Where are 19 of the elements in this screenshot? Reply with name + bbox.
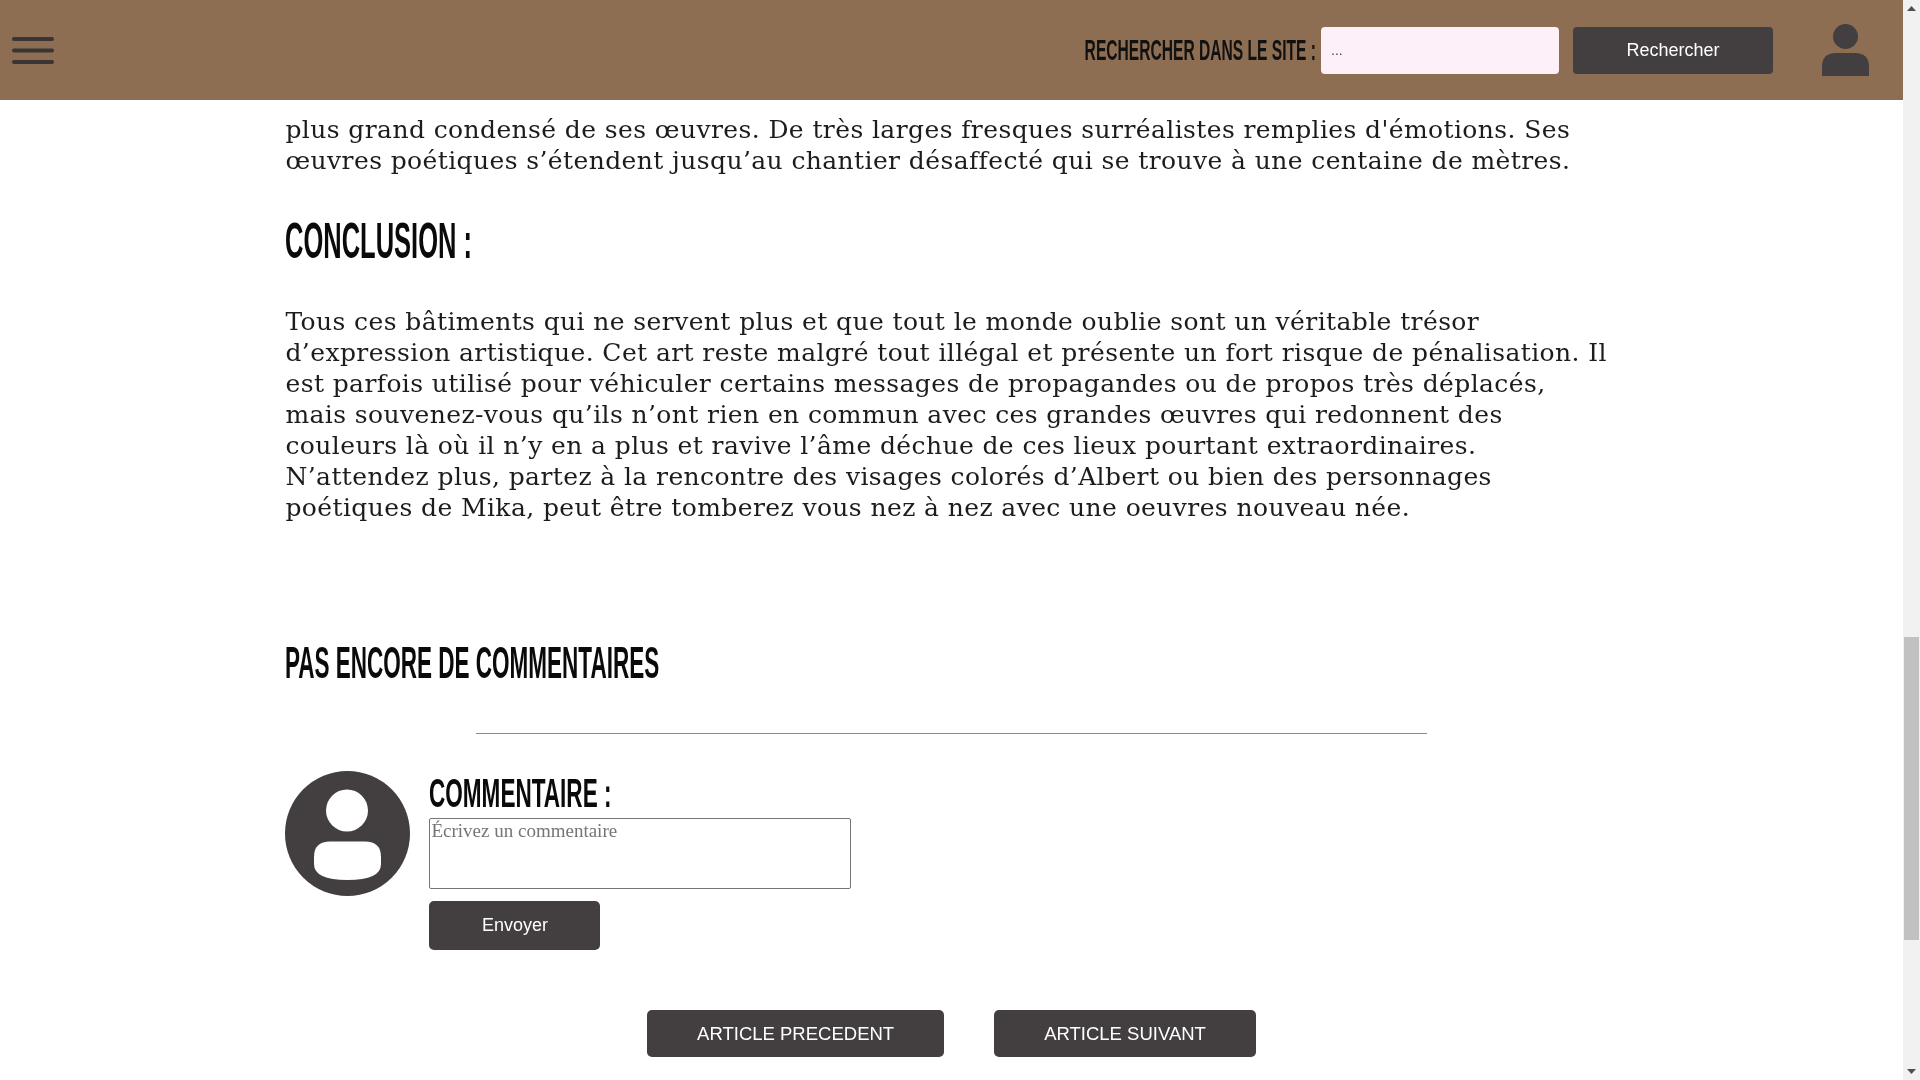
search-button[interactable]: Rechercher: [1573, 26, 1773, 74]
scroll-up-arrow-icon[interactable]: [1907, 6, 1916, 11]
scrollbar-thumb[interactable]: [1904, 637, 1919, 940]
search-field[interactable]: ...: [1321, 26, 1559, 74]
scrollbar[interactable]: [1903, 0, 1920, 1080]
submit-button[interactable]: Envoyer: [429, 901, 601, 950]
article-nav-button[interactable]: ARTICLE PRECEDENT: [647, 1010, 945, 1057]
menu-icon[interactable]: [12, 36, 54, 64]
article-paragraph: plus grand condensé de ses œuvres. De très larges fresques surréalistes remplies d'émotions. Ses œuvres poétiques s’étendent jusqu’au chantier désaffecté qui se trouve à une centaine de mètres.: [285, 114, 1572, 176]
avatar-icon: [285, 771, 411, 896]
article-paragraph: Tous ces bâtiments qui ne servent plus et que tout le monde oublie sont un véritable trésor d’expression artistique. Cet art reste malgré tout illégal et présente un fort risque de pénalisation. Il est parfois utilisé pour véhiculer certains messages de propagandes ou de propos très déplacés, mais souvenez-vous qu’ils n’ont rien en commun avec ces grandes œuvres qui redonnent des couleurs là où il n’y en a plus et ravive l’âme déchue de ces lieux pourtant extraordinaires. N’attendez plus, partez à la rencontre des visages colorés d’Albert ou bien des personnages poétiques de Mika, peut être tomberez vous nez à nez avec une oeuvres nouveau née.: [285, 306, 1608, 523]
scroll-down-arrow-icon[interactable]: [1907, 1069, 1916, 1074]
section-heading: CONCLUSION :: [285, 216, 473, 266]
comments-heading: PAS ENCORE DE COMMENTAIRES: [285, 640, 660, 685]
comment-label: COMMENTAIRE :: [429, 773, 612, 814]
comment-field[interactable]: Écrivez un commentaire: [429, 818, 852, 889]
search-label: RECHERCHER DANS LE SITE :: [1084, 35, 1316, 65]
article-nav-button[interactable]: ARTICLE SUIVANT: [994, 1010, 1256, 1057]
user-icon[interactable]: [1822, 24, 1869, 76]
